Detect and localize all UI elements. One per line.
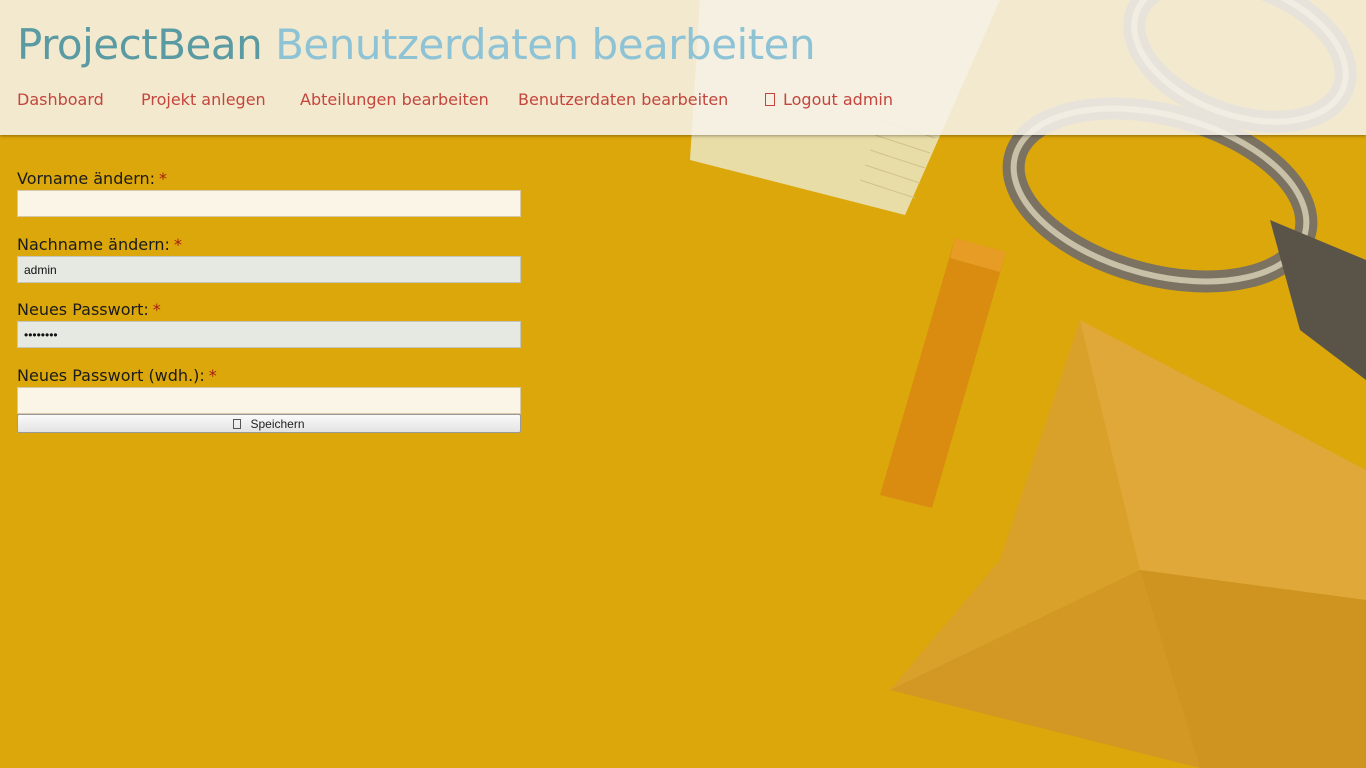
nav-item-projekt-anlegen[interactable]: Projekt anlegen: [141, 88, 266, 112]
required-marker: *: [152, 300, 161, 319]
nav-item-dashboard[interactable]: Dashboard: [17, 88, 104, 112]
field-passwort: Neues Passwort: *: [17, 299, 521, 348]
save-label: Speichern: [250, 416, 305, 431]
save-icon: [233, 418, 242, 429]
save-button[interactable]: Speichern: [17, 414, 521, 433]
passwort-label: Neues Passwort: *: [17, 300, 161, 319]
field-passwort-wdh: Neues Passwort (wdh.): *: [17, 365, 521, 414]
nachname-input[interactable]: [17, 256, 521, 283]
passwort-input[interactable]: [17, 321, 521, 348]
logout-label: Logout admin: [783, 90, 893, 109]
page-heading: Benutzerdaten bearbeiten: [275, 20, 816, 69]
header-bar: ProjectBean Benutzerdaten bearbeiten Das…: [0, 0, 1366, 135]
vorname-label: Vorname ändern: *: [17, 169, 168, 188]
page-title: ProjectBean Benutzerdaten bearbeiten: [17, 18, 816, 72]
field-nachname: Nachname ändern: *: [17, 234, 521, 283]
vorname-input[interactable]: [17, 190, 521, 217]
nav-item-benutzerdaten-bearbeiten[interactable]: Benutzerdaten bearbeiten: [518, 88, 728, 112]
nav-item-abteilungen-bearbeiten[interactable]: Abteilungen bearbeiten: [300, 88, 489, 112]
brand-name: ProjectBean: [17, 20, 263, 69]
passwort-wdh-input[interactable]: [17, 387, 521, 414]
required-marker: *: [173, 235, 182, 254]
field-vorname: Vorname ändern: *: [17, 168, 521, 217]
logout-icon: [765, 93, 775, 106]
nachname-label: Nachname ändern: *: [17, 235, 182, 254]
required-marker: *: [208, 366, 217, 385]
passwort-wdh-label: Neues Passwort (wdh.): *: [17, 366, 217, 385]
required-marker: *: [159, 169, 168, 188]
nav-item-logout[interactable]: Logout admin: [765, 88, 893, 112]
